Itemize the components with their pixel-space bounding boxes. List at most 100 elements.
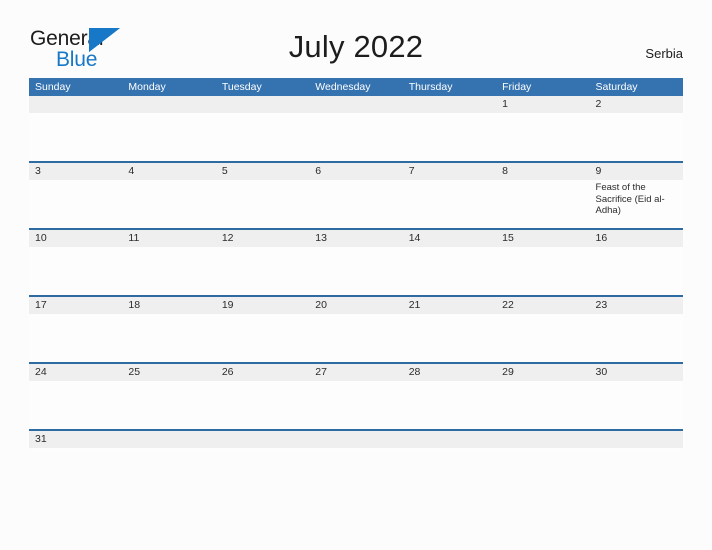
calendar-grid: Sunday Monday Tuesday Wednesday Thursday Frid… xyxy=(29,78,683,453)
day-number: 17 xyxy=(29,297,123,314)
calendar-week-row: 31 xyxy=(29,429,683,453)
day-number: 5 xyxy=(215,163,310,180)
region-label: Serbia xyxy=(645,46,683,61)
week-cells: 12 xyxy=(29,96,683,161)
day-cell-22[interactable]: 22 xyxy=(496,297,590,362)
day-cell-9[interactable]: 9 Feast of the Sacrifice (Eid al-Adha) xyxy=(589,163,683,228)
day-number: 9 xyxy=(589,163,683,180)
day-number: 12 xyxy=(215,230,310,247)
weekday-header-tuesday: Tuesday xyxy=(221,81,262,93)
event-label[interactable]: Feast of the Sacrifice (Eid al-Adha) xyxy=(596,182,676,217)
day-number: 18 xyxy=(122,297,216,314)
week-cells: 17 18 19 20 21 22 23 xyxy=(29,297,683,362)
day-cell-31[interactable]: 31 xyxy=(29,431,123,453)
day-number: 11 xyxy=(122,230,216,247)
calendar-week-row: 12 xyxy=(29,96,683,161)
calendar-weeks: 1 2 3 4 5 6 7 8 9 Feast of the Sacrifice (Eid al-… xyxy=(29,96,683,453)
day-number: 23 xyxy=(589,297,683,314)
day-cell-21[interactable]: 21 xyxy=(402,297,497,362)
day-number: 25 xyxy=(122,364,216,381)
day-number xyxy=(122,431,216,448)
day-number: 15 xyxy=(496,230,590,247)
day-number: 16 xyxy=(589,230,683,247)
day-cell-8[interactable]: 8 xyxy=(496,163,590,228)
day-number: 20 xyxy=(309,297,403,314)
day-number: 4 xyxy=(122,163,216,180)
day-number xyxy=(402,431,497,448)
day-cell-empty xyxy=(215,96,310,161)
day-cell-7[interactable]: 7 xyxy=(402,163,497,228)
calendar-week-row: 17 18 19 20 21 22 23 xyxy=(29,295,683,362)
day-number: 7 xyxy=(402,163,497,180)
day-cell-empty xyxy=(402,431,497,453)
day-number xyxy=(309,96,403,113)
calendar-week-row: 24 25 26 27 28 29 30 xyxy=(29,362,683,429)
day-cell-12[interactable]: 12 xyxy=(215,230,310,295)
day-number xyxy=(215,431,310,448)
day-cell-11[interactable]: 11 xyxy=(122,230,216,295)
day-number: 28 xyxy=(402,364,497,381)
day-cell-23[interactable]: 23 xyxy=(589,297,683,362)
day-number: 6 xyxy=(309,163,403,180)
day-cell-29[interactable]: 29 xyxy=(496,364,590,429)
day-number xyxy=(122,96,216,113)
day-cell-3[interactable]: 3 xyxy=(29,163,123,228)
day-number: 31 xyxy=(29,431,123,448)
day-cell-16[interactable]: 16 xyxy=(589,230,683,295)
day-cell-4[interactable]: 4 xyxy=(122,163,216,228)
day-number: 2 xyxy=(589,96,683,113)
day-cell-empty xyxy=(29,96,123,161)
day-number: 24 xyxy=(29,364,123,381)
day-number: 26 xyxy=(215,364,310,381)
week-cells: 31 xyxy=(29,431,683,453)
day-events: Feast of the Sacrifice (Eid al-Adha) xyxy=(590,180,683,217)
day-cell-19[interactable]: 19 xyxy=(215,297,310,362)
week-cells: 3 4 5 6 7 8 9 Feast of the Sacrifice (Eid al-Ad… xyxy=(29,163,683,228)
day-cell-27[interactable]: 27 xyxy=(309,364,403,429)
day-number xyxy=(496,431,590,448)
calendar-page: General Blue July 2022 Serbia Sunday Mond… xyxy=(0,0,712,550)
weekday-header-row: Sunday Monday Tuesday Wednesday Thursday Frid… xyxy=(29,78,683,96)
day-cell-30[interactable]: 30 xyxy=(589,364,683,429)
calendar-week-row: 3 4 5 6 7 8 9 Feast of the Sacrifice (Eid al-Ad… xyxy=(29,161,683,228)
day-cell-6[interactable]: 6 xyxy=(309,163,403,228)
day-number: 29 xyxy=(496,364,590,381)
weekday-header-monday: Monday xyxy=(128,81,166,93)
day-number xyxy=(402,96,497,113)
day-cell-13[interactable]: 13 xyxy=(309,230,403,295)
weekday-header-saturday: Saturday xyxy=(595,81,638,93)
day-number: 21 xyxy=(402,297,497,314)
day-cell-10[interactable]: 10 xyxy=(29,230,123,295)
day-number: 1 xyxy=(496,96,590,113)
day-number xyxy=(215,96,310,113)
week-cells: 10 11 12 13 14 15 16 xyxy=(29,230,683,295)
day-cell-14[interactable]: 14 xyxy=(402,230,497,295)
day-cell-28[interactable]: 28 xyxy=(402,364,497,429)
day-number xyxy=(589,431,683,448)
page-title: July 2022 xyxy=(288,29,424,64)
calendar-week-row: 10 11 12 13 14 15 16 xyxy=(29,228,683,295)
page-header: General Blue July 2022 Serbia xyxy=(0,0,712,78)
day-number xyxy=(29,96,123,113)
day-cell-26[interactable]: 26 xyxy=(215,364,310,429)
day-cell-24[interactable]: 24 xyxy=(29,364,123,429)
day-cell-1[interactable]: 1 xyxy=(496,96,590,161)
day-number: 8 xyxy=(496,163,590,180)
day-number: 27 xyxy=(309,364,403,381)
day-cell-25[interactable]: 25 xyxy=(122,364,216,429)
day-cell-empty xyxy=(122,431,216,453)
day-cell-empty xyxy=(496,431,590,453)
day-cell-20[interactable]: 20 xyxy=(309,297,403,362)
day-cell-15[interactable]: 15 xyxy=(496,230,590,295)
day-number: 10 xyxy=(29,230,123,247)
day-cell-5[interactable]: 5 xyxy=(215,163,310,228)
day-cell-17[interactable]: 17 xyxy=(29,297,123,362)
weekday-header-wednesday: Wednesday xyxy=(315,81,371,93)
weekday-header-friday: Friday xyxy=(502,81,532,93)
day-cell-2[interactable]: 2 xyxy=(589,96,683,161)
day-cell-18[interactable]: 18 xyxy=(122,297,216,362)
weekday-header-sunday: Sunday xyxy=(35,81,71,93)
weekday-header-thursday: Thursday xyxy=(408,81,453,93)
day-number: 14 xyxy=(402,230,497,247)
day-cell-empty xyxy=(215,431,310,453)
